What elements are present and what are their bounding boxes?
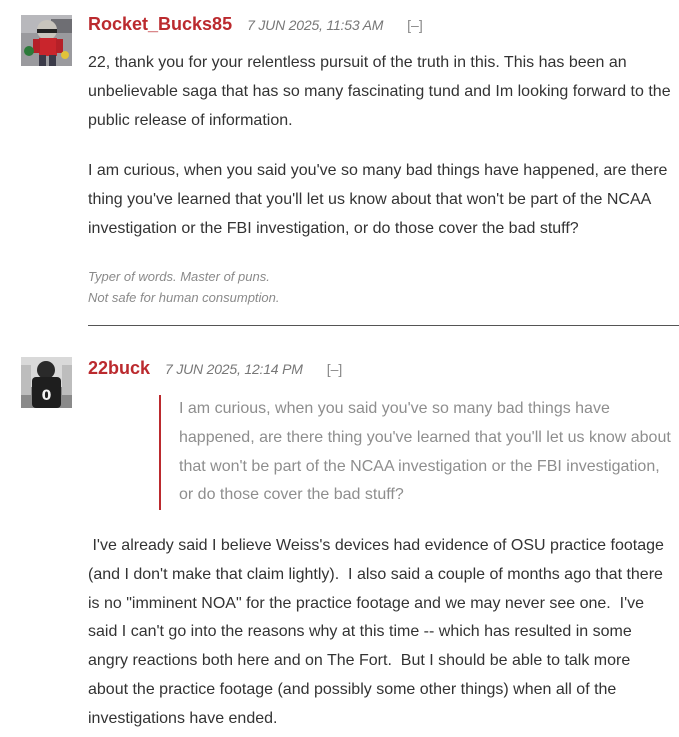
player-avatar-image: 0 (21, 357, 72, 408)
collapse-toggle[interactable]: [–] (327, 361, 343, 377)
comment-timestamp[interactable]: 7 JUN 2025, 12:14 PM (165, 361, 303, 377)
quoted-reply: I am curious, when you said you've so ma… (159, 395, 675, 511)
avatar[interactable] (21, 15, 72, 66)
comment-divider (88, 325, 679, 326)
comment-paragraph: I've already said I believe Weiss's devi… (88, 537, 664, 727)
comment-username[interactable]: 22buck (88, 358, 150, 379)
signature-line: Not safe for human consumption. (88, 290, 280, 305)
signature-line: Typer of words. Master of puns. (88, 269, 270, 284)
comment-body: 22, thank you for your relentless pursui… (88, 49, 673, 244)
quote-text: I am curious, when you said you've so ma… (179, 400, 671, 504)
user-signature: Typer of words. Master of puns. Not safe… (88, 266, 280, 308)
comment-timestamp[interactable]: 7 JUN 2025, 11:53 AM (247, 17, 383, 33)
collapse-toggle[interactable]: [–] (407, 17, 423, 33)
svg-text:0: 0 (42, 388, 52, 404)
mascot-avatar-image (21, 15, 72, 66)
comment-paragraph: 22, thank you for your relentless pursui… (88, 54, 671, 129)
comment-username[interactable]: Rocket_Bucks85 (88, 14, 232, 35)
comment-body: I've already said I believe Weiss's devi… (88, 532, 673, 734)
comment-paragraph: I am curious, when you said you've so ma… (88, 162, 668, 237)
avatar[interactable]: 0 (21, 357, 72, 408)
